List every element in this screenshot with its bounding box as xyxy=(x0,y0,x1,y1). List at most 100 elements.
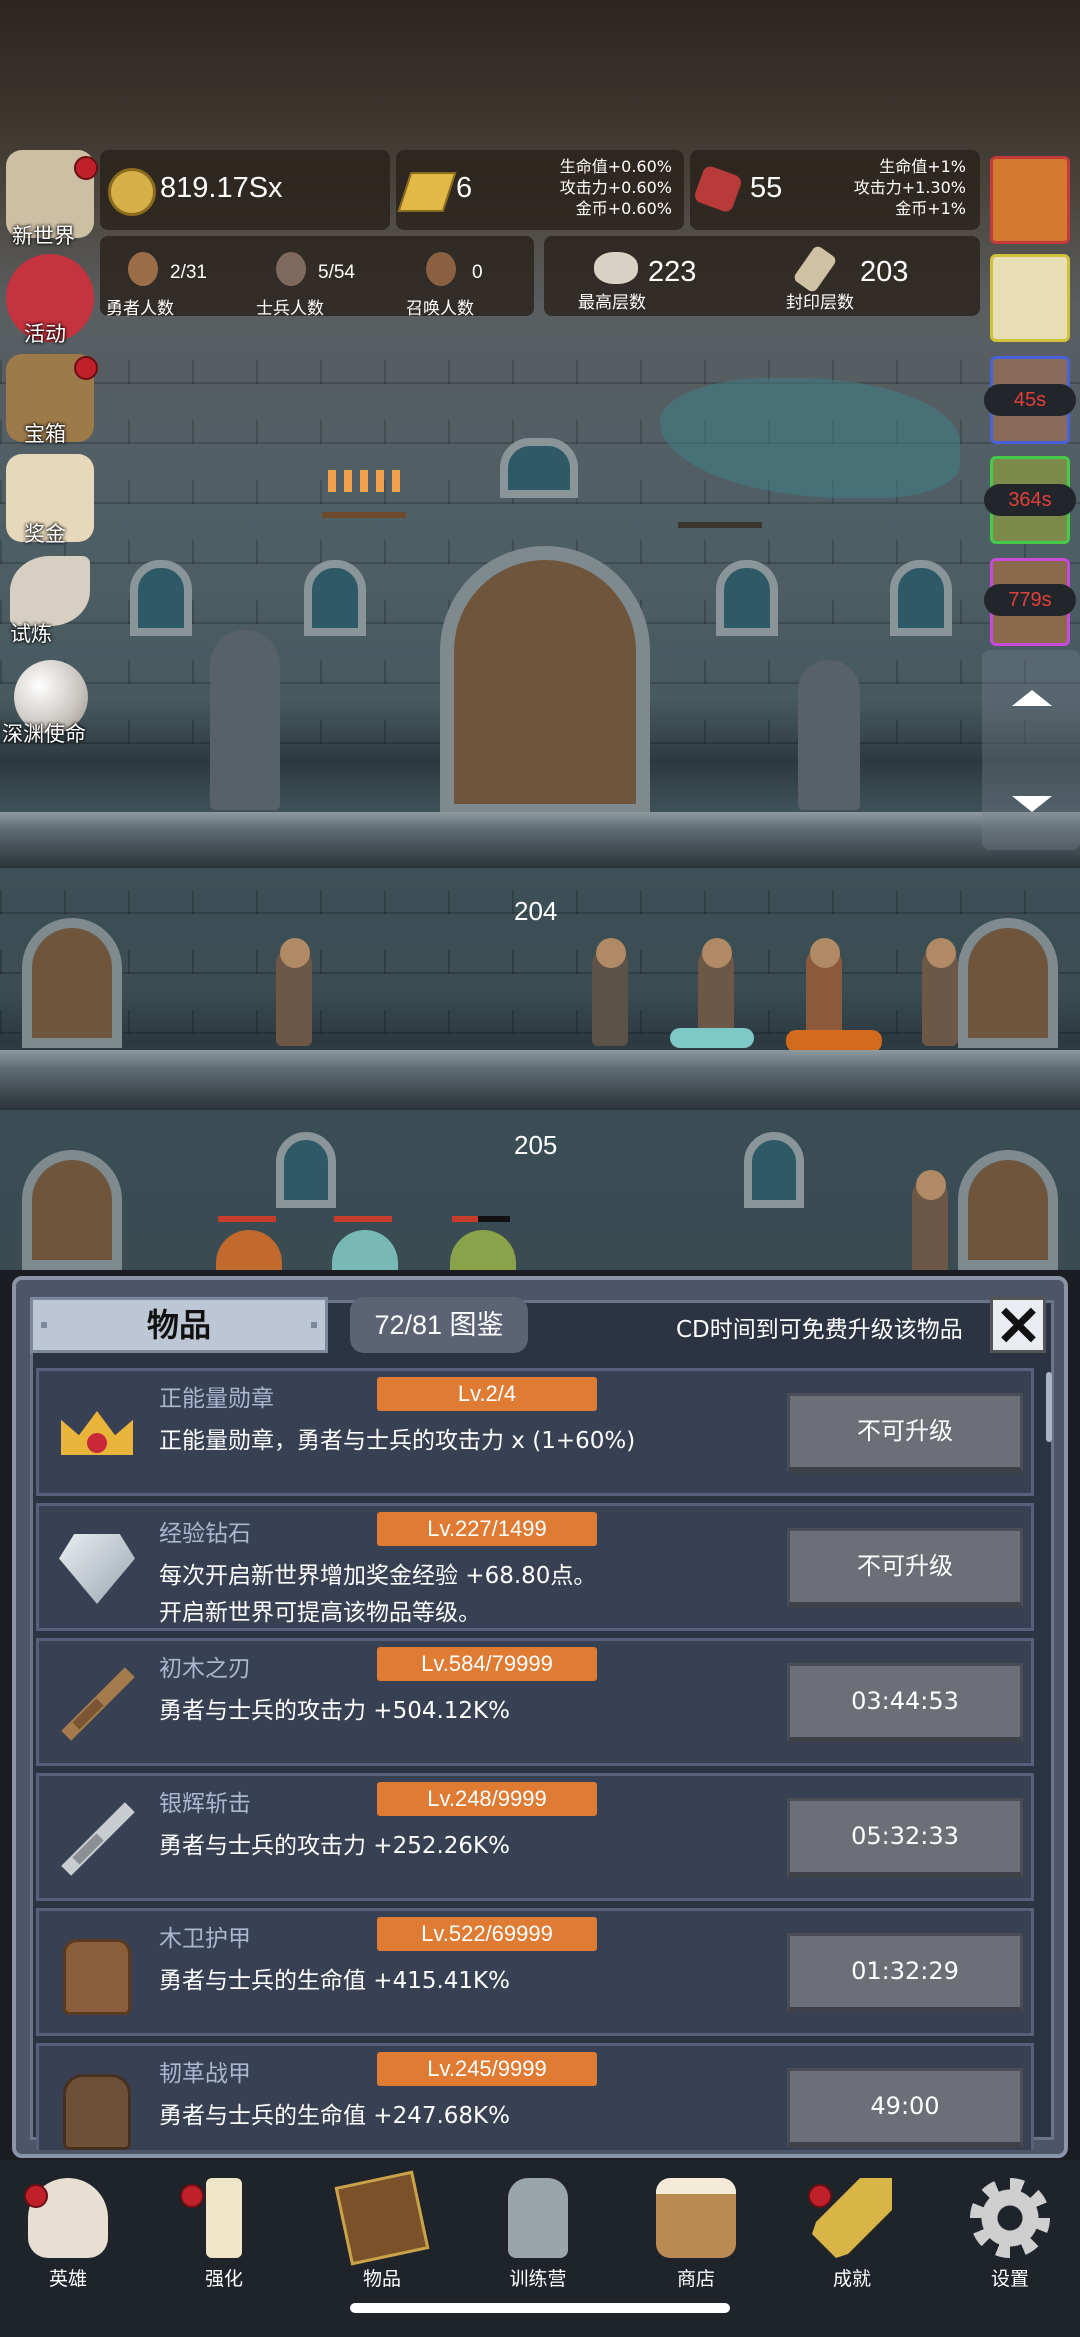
dex-counter-button[interactable]: 72/81 图鉴 xyxy=(350,1297,528,1353)
floor-number: 204 xyxy=(514,896,558,926)
quill-icon xyxy=(10,556,90,626)
notification-dot xyxy=(74,356,98,380)
max-floor-label: 最高层数 xyxy=(578,293,646,313)
tab-items[interactable]: 物品 xyxy=(30,1297,328,1353)
upgrade-timer-button[interactable]: 01:32:29 xyxy=(787,1933,1023,2013)
item-list[interactable]: 正能量勋章 Lv.2/4 正能量勋章，勇者与士兵的攻击力 x (1+60%) 不… xyxy=(36,1368,1034,2150)
book-icon xyxy=(334,2170,430,2266)
nav-settings[interactable]: 设置 xyxy=(950,2172,1070,2292)
nav-label: 强化 xyxy=(204,2268,243,2290)
nav-shop[interactable]: 商店 xyxy=(636,2172,756,2292)
knight-statue xyxy=(798,660,860,810)
buff-pumpkin-icon[interactable] xyxy=(990,156,1070,244)
item-level-badge: Lv.584/79999 xyxy=(377,1647,597,1681)
castle-window xyxy=(276,1132,336,1208)
buff-timer: 779s xyxy=(984,584,1076,616)
castle-window xyxy=(500,438,578,498)
item-description: 勇者与士兵的生命值 +415.41K% xyxy=(159,1968,510,1994)
seal-scroll-icon xyxy=(792,244,838,294)
item-description: 勇者与士兵的生命值 +247.68K% xyxy=(159,2103,510,2129)
notification-dot xyxy=(74,156,98,180)
item-row: 韧革战甲 Lv.245/9999 勇者与士兵的生命值 +247.68K% 49:… xyxy=(36,2043,1034,2150)
heroes-label: 勇者人数 xyxy=(106,299,174,319)
brick-row xyxy=(0,360,1080,384)
side-door xyxy=(958,1150,1058,1270)
nav-items[interactable]: 物品 xyxy=(322,2170,442,2292)
gold-bar-icon xyxy=(397,172,457,212)
scroll-up-icon[interactable] xyxy=(1012,690,1052,706)
cd-notice: CD时间到可免费升级该物品 xyxy=(676,1317,963,1343)
slime-enemy[interactable] xyxy=(216,1230,282,1270)
side-menu-label: 新世界 xyxy=(12,224,75,248)
side-menu-label: 宝箱 xyxy=(24,422,66,446)
hero-character xyxy=(922,938,958,1046)
crown-medal-icon xyxy=(51,1389,143,1481)
enemy-hp-bar xyxy=(218,1216,276,1222)
hero-character xyxy=(912,1170,948,1270)
item-level-badge: Lv.2/4 xyxy=(377,1377,597,1411)
nav-achievements[interactable]: 成就 xyxy=(792,2172,912,2292)
upgrade-timer-button[interactable]: 05:32:33 xyxy=(787,1798,1023,1878)
nav-training[interactable]: 训练营 xyxy=(478,2172,598,2292)
buff-candle-icon[interactable] xyxy=(990,254,1070,342)
slime-remains xyxy=(670,1028,754,1048)
bonus-line: 金币+0.60% xyxy=(575,199,672,218)
gold-bar-amount: 6 xyxy=(456,172,473,204)
item-name: 正能量勋章 xyxy=(159,1386,274,1412)
upgrade-button[interactable]: 不可升级 xyxy=(787,1528,1023,1608)
heroes-count: 2/31 xyxy=(170,262,207,283)
gear-icon xyxy=(970,2178,1050,2258)
castle-window xyxy=(130,560,192,636)
hero-character xyxy=(276,938,312,1046)
home-indicator[interactable] xyxy=(350,2303,730,2313)
knight-statue xyxy=(210,630,280,810)
bonus-line: 攻击力+0.60% xyxy=(559,178,672,197)
chandelier-unlit xyxy=(678,492,762,528)
upgrade-timer-button[interactable]: 49:00 xyxy=(787,2068,1023,2148)
ruby-icon xyxy=(692,164,744,214)
upgrade-timer-button[interactable]: 03:44:53 xyxy=(787,1663,1023,1743)
chandelier-lit xyxy=(322,460,406,518)
unit-count-panel: 2/31 勇者人数 5/54 士兵人数 0 召唤人数 xyxy=(100,236,534,319)
list-scrollbar[interactable] xyxy=(1046,1372,1052,1442)
slime-enemy[interactable] xyxy=(450,1230,516,1270)
sealed-floor-value: 203 xyxy=(860,256,909,288)
item-description: 勇者与士兵的攻击力 +252.26K% xyxy=(159,1833,510,1859)
notification-dot xyxy=(24,2184,48,2208)
silver-sword-icon xyxy=(51,1794,143,1886)
soldiers-count: 5/54 xyxy=(318,262,355,283)
scroll-down-icon[interactable] xyxy=(1012,796,1052,812)
candle-icon xyxy=(206,2178,242,2258)
buff-timer: 45s xyxy=(984,384,1076,416)
side-menu-label: 奖金 xyxy=(24,522,66,546)
item-name: 银辉斩击 xyxy=(159,1791,251,1817)
soldiers-label: 士兵人数 xyxy=(256,299,324,319)
notification-dot xyxy=(808,2184,832,2208)
close-icon[interactable] xyxy=(990,1297,1046,1353)
nav-label: 训练营 xyxy=(509,2268,567,2290)
nav-label: 商店 xyxy=(676,2268,715,2290)
diamond-icon xyxy=(51,1524,143,1616)
beer-mug-icon xyxy=(656,2178,736,2258)
nav-heroes[interactable]: 英雄 xyxy=(8,2172,128,2292)
side-door xyxy=(22,1150,122,1270)
item-level-badge: Lv.248/9999 xyxy=(377,1782,597,1816)
item-name: 木卫护甲 xyxy=(159,1926,251,1952)
gold-bar-bonus: 生命值+0.60% 攻击力+0.60% 金币+0.60% xyxy=(492,156,672,219)
item-row: 木卫护甲 Lv.522/69999 勇者与士兵的生命值 +415.41K% 01… xyxy=(36,1908,1034,2036)
bonus-line: 生命值+0.60% xyxy=(559,157,672,176)
soldier-character xyxy=(592,938,628,1046)
max-floor-value: 223 xyxy=(648,256,697,288)
slime-enemy[interactable] xyxy=(332,1230,398,1270)
wooden-sword-icon xyxy=(51,1659,143,1751)
gold-amount: 819.17Sx xyxy=(160,172,283,204)
ruby-amount: 55 xyxy=(750,172,783,204)
nav-enhance[interactable]: 强化 xyxy=(164,2172,284,2292)
item-description: 每次开启新世界增加奖金经验 +68.80点。 开启新世界可提高该物品等级。 xyxy=(159,1563,597,1626)
item-name: 经验钻石 xyxy=(159,1521,251,1547)
upgrade-button[interactable]: 不可升级 xyxy=(787,1393,1023,1473)
side-door xyxy=(958,918,1058,1048)
item-row: 正能量勋章 Lv.2/4 正能量勋章，勇者与士兵的攻击力 x (1+60%) 不… xyxy=(36,1368,1034,1496)
item-name: 初木之刃 xyxy=(159,1656,251,1682)
nav-label: 设置 xyxy=(990,2268,1029,2290)
